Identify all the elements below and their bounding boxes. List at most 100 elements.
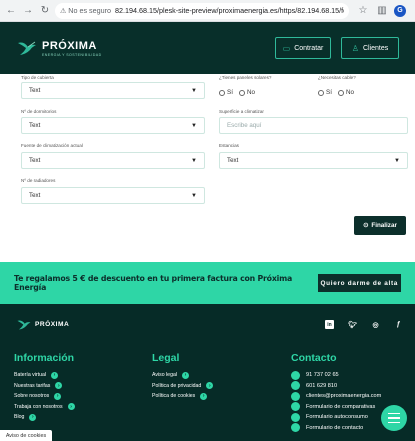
contact-label: Formulario de contacto: [306, 424, 364, 431]
contacto-title: Contacto: [291, 352, 337, 364]
menu-hamburger-button[interactable]: [381, 405, 407, 431]
footer-link[interactable]: Nuestras tarifas ›: [14, 381, 75, 392]
brand-subtitle: ENERGIA Y SOSTENIBILIDAD: [42, 52, 102, 57]
hummingbird-logo-icon: [18, 41, 36, 55]
mail-icon: [291, 391, 300, 401]
paneles-radio-group: Sí No: [219, 89, 255, 96]
tipo-cubierta-label: Tipo de cubierta: [21, 75, 54, 80]
footer-link[interactable]: Política de cookies ›: [152, 391, 213, 402]
footer-legal: Legal Aviso legal › Política de privacida…: [152, 352, 214, 402]
brand-logo[interactable]: PRÓXIMA ENERGIA Y SOSTENIBILIDAD: [16, 39, 102, 57]
tipo-cubierta-select[interactable]: Text ▼: [21, 82, 205, 99]
clientes-label: Clientes: [362, 44, 389, 52]
whatsapp-icon: [291, 381, 300, 391]
link-label: Sobre nosotros: [14, 393, 50, 400]
caret-down-icon: ▼: [191, 157, 197, 164]
contratar-label: Contratar: [294, 44, 324, 52]
arrow-right-icon: ›: [29, 413, 37, 421]
insecure-label: No es seguro: [68, 6, 112, 15]
footer-link[interactable]: Política de privacidad ›: [152, 381, 214, 392]
contract-icon: ▭: [282, 43, 291, 53]
footer-contacto: Contacto 91 737 02 65 601 629 810 client…: [291, 352, 381, 433]
radio-label: No: [246, 89, 256, 96]
warning-icon: ⚠: [60, 7, 67, 15]
footer-logo[interactable]: PRÓXIMA: [16, 318, 69, 331]
clientes-button[interactable]: ♙ Clientes: [341, 37, 399, 59]
finalizar-label: Finalizar: [371, 222, 397, 229]
superficie-input[interactable]: Escribe aquí: [219, 117, 408, 134]
radio-label: Sí: [326, 89, 332, 96]
footer-link[interactable]: Blog ›: [14, 412, 75, 423]
cable-si-radio[interactable]: Sí: [318, 89, 332, 96]
url-text: 82.194.68.15/plesk-site-preview/proximae…: [115, 6, 344, 15]
footer-link[interactable]: Aviso legal ›: [152, 370, 213, 381]
hamburger-line: [388, 421, 400, 424]
dormitorios-select[interactable]: Text ▼: [21, 117, 205, 134]
contact-item[interactable]: 601 629 810: [291, 381, 381, 392]
link-label: Trabaja con nosotros: [14, 403, 63, 410]
facebook-icon[interactable]: ƒ: [394, 320, 403, 329]
back-icon[interactable]: ←: [4, 4, 18, 18]
profile-avatar[interactable]: G: [394, 4, 406, 17]
radiadores-select[interactable]: Text ▼: [21, 187, 205, 204]
radio-circle-icon: [318, 89, 324, 96]
link-label: Blog: [14, 414, 25, 421]
site-header: PRÓXIMA ENERGIA Y SOSTENIBILIDAD ▭ Contr…: [0, 22, 415, 74]
dormitorios-label: Nº de dormitorios: [21, 109, 57, 114]
link-label: Política de cookies: [152, 393, 196, 400]
contact-item[interactable]: Formulario de contacto: [291, 423, 381, 434]
informacion-title: Información: [14, 352, 75, 364]
paneles-si-radio[interactable]: Sí: [219, 89, 233, 96]
contact-label: Formulario autoconsumo: [306, 414, 368, 421]
linkedin-icon[interactable]: in: [325, 320, 334, 329]
link-label: Política de privacidad: [152, 382, 202, 389]
promo-banner: Te regalamos 5 € de descuento en tu prim…: [0, 262, 415, 304]
finalizar-button[interactable]: ⊙ Finalizar: [354, 216, 406, 235]
fuente-label: Fuente de climatización actual: [21, 143, 83, 148]
radio-label: No: [345, 89, 355, 96]
cable-no-radio[interactable]: No: [337, 89, 355, 96]
bookmark-star-icon[interactable]: ☆: [356, 4, 370, 18]
form-icon: [291, 412, 300, 422]
contratar-button[interactable]: ▭ Contratar: [275, 37, 331, 59]
paneles-label: ¿Tienes paneles solares?: [219, 75, 272, 80]
link-label: Batería virtual: [14, 372, 47, 379]
fuente-select[interactable]: Text ▼: [21, 152, 205, 169]
forward-icon[interactable]: →: [21, 4, 35, 18]
footer-link[interactable]: Trabaja con nosotros ›: [14, 402, 75, 413]
promo-text: Te regalamos 5 € de descuento en tu prim…: [14, 274, 293, 292]
user-icon: ♙: [351, 43, 359, 53]
superficie-label: Superficie a climatizar: [219, 109, 264, 114]
superficie-placeholder: Escribe aquí: [227, 122, 262, 129]
contact-item[interactable]: Formulario de comparativas: [291, 402, 381, 413]
arrow-right-icon: ›: [55, 382, 63, 390]
extensions-icon[interactable]: ▥: [375, 4, 389, 18]
contact-label: clientes@proximaenergia.com: [306, 393, 382, 400]
paneles-no-radio[interactable]: No: [238, 89, 256, 96]
caret-down-icon: ▼: [191, 87, 197, 94]
instagram-icon[interactable]: ◎: [371, 320, 380, 329]
cookies-notice-button[interactable]: Aviso de cookies: [0, 430, 52, 441]
estancias-select[interactable]: Text ▼: [219, 152, 408, 169]
fuente-value: Text: [29, 157, 41, 164]
footer-link[interactable]: Sobre nosotros ›: [14, 391, 75, 402]
contact-item[interactable]: Formulario autoconsumo: [291, 412, 381, 423]
link-label: Aviso legal: [152, 372, 177, 379]
caret-down-icon: ▼: [394, 157, 400, 164]
form-icon: [291, 402, 300, 412]
arrow-right-icon: ›: [67, 403, 75, 411]
footer-brand-name: PRÓXIMA: [35, 321, 70, 328]
twitter-icon[interactable]: 🐦︎: [348, 320, 357, 329]
contact-item[interactable]: 91 737 02 65: [291, 370, 381, 381]
tipo-cubierta-value: Text: [29, 87, 41, 94]
cable-radio-group: Sí No: [318, 89, 354, 96]
footer-link[interactable]: Batería virtual ›: [14, 370, 75, 381]
reload-icon[interactable]: ↻: [38, 4, 52, 18]
arrow-right-icon: ›: [54, 392, 62, 400]
alta-button[interactable]: Quiero darme de alta: [317, 274, 401, 292]
form-icon: [291, 423, 300, 433]
phone-icon: [291, 370, 300, 380]
hamburger-line: [388, 412, 400, 415]
address-bar[interactable]: ⚠ No es seguro 82.194.68.15/plesk-site-p…: [55, 2, 349, 19]
contact-item[interactable]: clientes@proximaenergia.com: [291, 391, 381, 402]
